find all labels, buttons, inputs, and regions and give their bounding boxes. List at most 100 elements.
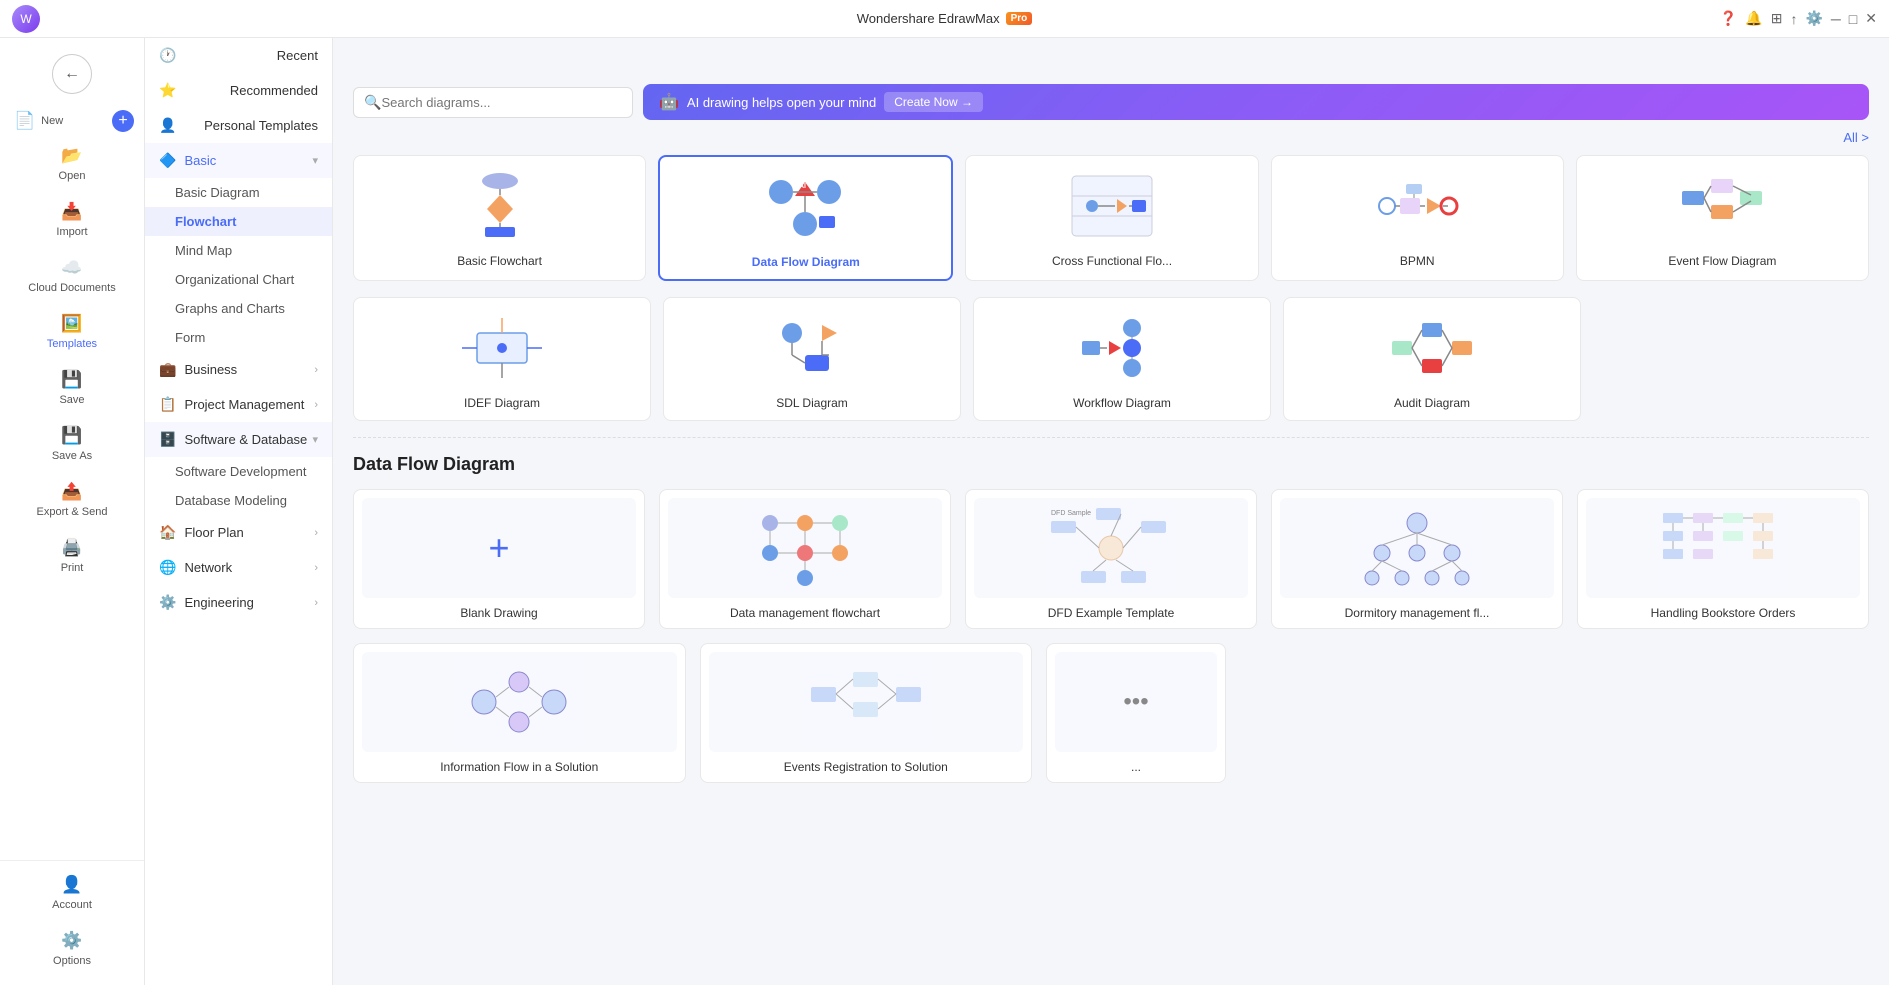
more-dots-icon: ••• xyxy=(1123,688,1148,716)
data-flow-label: Data Flow Diagram xyxy=(670,255,941,269)
blank-label: Blank Drawing xyxy=(362,606,636,620)
flowchart-label: Flowchart xyxy=(175,214,236,229)
sidebar-business[interactable]: 💼 Business › xyxy=(145,352,332,387)
sidebar-form[interactable]: Form xyxy=(145,323,332,352)
network-chevron: › xyxy=(314,562,318,574)
user-avatar[interactable]: W xyxy=(12,5,40,33)
template-dormitory[interactable]: Dormitory management fl... xyxy=(1271,489,1563,629)
open-label: Open xyxy=(59,170,86,182)
personal-label: Personal Templates xyxy=(204,118,318,133)
project-chevron: › xyxy=(314,399,318,411)
cloud-label: Cloud Documents xyxy=(28,282,115,294)
sidebar-item-save[interactable]: 💾 Save xyxy=(0,360,144,416)
settings-icon[interactable]: ⚙️ xyxy=(1805,10,1822,27)
sidebar-item-print[interactable]: 🖨️ Print xyxy=(0,528,144,584)
software-db-icon: 🗄️ xyxy=(159,431,176,448)
sidebar-basic-diagram[interactable]: Basic Diagram xyxy=(145,178,332,207)
template-dfd-example[interactable]: DFD Sample DFD Example Templa xyxy=(965,489,1257,629)
diagram-card-workflow[interactable]: Workflow Diagram xyxy=(973,297,1271,421)
sidebar-item-options[interactable]: ⚙️ Options xyxy=(0,921,144,977)
graphs-label: Graphs and Charts xyxy=(175,301,285,316)
sidebar-item-open[interactable]: 📂 Open xyxy=(0,136,144,192)
sidebar-software-dev[interactable]: Software Development xyxy=(145,457,332,486)
business-chevron: › xyxy=(314,364,318,376)
software-db-chevron: ▾ xyxy=(312,433,318,446)
new-button[interactable]: 📄 New + xyxy=(0,106,144,136)
floor-plan-chevron: › xyxy=(314,527,318,539)
sidebar-personal-templates[interactable]: 👤 Personal Templates xyxy=(145,108,332,143)
sidebar-db-modeling[interactable]: Database Modeling xyxy=(145,486,332,515)
dormitory-label: Dormitory management fl... xyxy=(1280,606,1554,620)
account-label: Account xyxy=(52,899,92,911)
maximize-button[interactable]: □ xyxy=(1849,11,1857,27)
minimize-button[interactable]: ─ xyxy=(1831,11,1841,27)
search-box[interactable]: 🔍 xyxy=(353,87,633,118)
sidebar-item-account[interactable]: 👤 Account xyxy=(0,865,144,921)
personal-icon: 👤 xyxy=(159,117,176,134)
close-button[interactable]: ✕ xyxy=(1865,10,1877,27)
template-more2[interactable]: Events Registration to Solution xyxy=(700,643,1033,783)
sidebar-item-export[interactable]: 📤 Export & Send xyxy=(0,472,144,528)
sidebar-flowchart[interactable]: Flowchart xyxy=(145,207,332,236)
all-link[interactable]: All > xyxy=(353,130,1869,145)
template-data-mgmt[interactable]: Data management flowchart xyxy=(659,489,951,629)
data-mgmt-label: Data management flowchart xyxy=(668,606,942,620)
floor-plan-label: Floor Plan xyxy=(184,525,243,540)
diagram-card-basic-flowchart[interactable]: Basic Flowchart xyxy=(353,155,646,281)
software-db-label: Software & Database xyxy=(184,432,307,447)
basic-label: Basic xyxy=(184,153,216,168)
apps-icon[interactable]: ⊞ xyxy=(1771,10,1783,27)
db-modeling-label: Database Modeling xyxy=(175,493,287,508)
template-bookstore[interactable]: Handling Bookstore Orders xyxy=(1577,489,1869,629)
back-button[interactable]: ← xyxy=(52,54,92,94)
help-icon[interactable]: ❓ xyxy=(1720,10,1737,27)
sidebar-item-cloud[interactable]: ☁️ Cloud Documents xyxy=(0,248,144,304)
sidebar-engineering[interactable]: ⚙️ Engineering › xyxy=(145,585,332,620)
sidebar-item-templates[interactable]: 🖼️ Templates xyxy=(0,304,144,360)
sidebar-graphs[interactable]: Graphs and Charts xyxy=(145,294,332,323)
bpmn-label: BPMN xyxy=(1282,254,1553,268)
engineering-label: Engineering xyxy=(184,595,253,610)
create-now-button[interactable]: Create Now → xyxy=(884,92,983,112)
sidebar-software-db[interactable]: 🗄️ Software & Database ▾ xyxy=(145,422,332,457)
sidebar-mind-map[interactable]: Mind Map xyxy=(145,236,332,265)
new-plus-button[interactable]: + xyxy=(112,110,134,132)
business-label: Business xyxy=(184,362,237,377)
ai-banner[interactable]: 🤖 AI drawing helps open your mind Create… xyxy=(643,84,1869,120)
sidebar-project-mgmt[interactable]: 📋 Project Management › xyxy=(145,387,332,422)
bookstore-label: Handling Bookstore Orders xyxy=(1586,606,1860,620)
diagram-card-event-flow[interactable]: Event Flow Diagram xyxy=(1576,155,1869,281)
sidebar-item-import[interactable]: 📥 Import xyxy=(0,192,144,248)
diagram-card-idef[interactable]: IDEF Diagram xyxy=(353,297,651,421)
svg-text:DFD Sample: DFD Sample xyxy=(1051,510,1091,517)
project-label: Project Management xyxy=(184,397,304,412)
engineering-icon: ⚙️ xyxy=(159,594,176,611)
sidebar-item-saveas[interactable]: 💾 Save As xyxy=(0,416,144,472)
recommended-icon: ⭐ xyxy=(159,82,176,99)
diagram-card-cross-functional[interactable]: Cross Functional Flo... xyxy=(965,155,1258,281)
diagram-card-bpmn[interactable]: BPMN xyxy=(1271,155,1564,281)
share-icon[interactable]: ↑ xyxy=(1790,11,1797,27)
pro-badge: Pro xyxy=(1006,12,1033,25)
diagram-card-sdl[interactable]: SDL Diagram xyxy=(663,297,961,421)
template-blank[interactable]: + Blank Drawing xyxy=(353,489,645,629)
idef-label: IDEF Diagram xyxy=(364,396,640,410)
sidebar-floor-plan[interactable]: 🏠 Floor Plan › xyxy=(145,515,332,550)
ai-text: AI drawing helps open your mind xyxy=(687,95,876,110)
more-dots-label: ... xyxy=(1055,760,1217,774)
notification-icon[interactable]: 🔔 xyxy=(1745,10,1762,27)
cross-functional-label: Cross Functional Flo... xyxy=(976,254,1247,268)
sidebar-org-chart[interactable]: Organizational Chart xyxy=(145,265,332,294)
search-input[interactable] xyxy=(381,95,622,110)
project-icon: 📋 xyxy=(159,396,176,413)
sidebar-recommended[interactable]: ⭐ Recommended xyxy=(145,73,332,108)
diagram-card-audit[interactable]: Audit Diagram xyxy=(1283,297,1581,421)
app-title: Wondershare EdrawMax xyxy=(857,11,1000,26)
sidebar-basic[interactable]: 🔷 Basic ▾ xyxy=(145,143,332,178)
sidebar-network[interactable]: 🌐 Network › xyxy=(145,550,332,585)
sidebar-recent[interactable]: 🕐 Recent xyxy=(145,38,332,73)
diagram-card-data-flow[interactable]: AI Data Flow Diagram xyxy=(658,155,953,281)
template-more1[interactable]: Information Flow in a Solution xyxy=(353,643,686,783)
basic-chevron: ▾ xyxy=(312,154,318,167)
template-more-dots[interactable]: ••• ... xyxy=(1046,643,1226,783)
